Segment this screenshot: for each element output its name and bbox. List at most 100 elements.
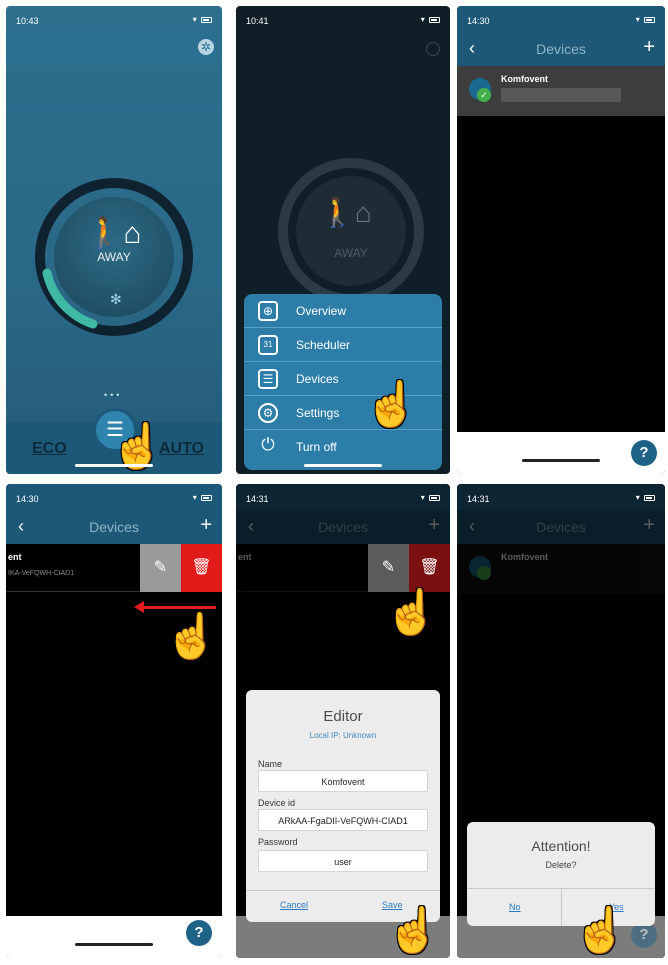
add-device-button: + [428,514,440,536]
fan-settings-icon [426,42,440,56]
cancel-button[interactable]: Cancel [280,900,308,910]
help-button[interactable]: ? [631,440,657,466]
menu-item-turn-off[interactable]: ⏻ Turn off [244,430,442,464]
connected-check-icon [477,566,491,580]
status-time: 14:30 [16,494,39,504]
device-row[interactable]: ✓ Komfovent [457,66,665,116]
delete-trash-icon[interactable]: 🗑 [181,544,222,592]
fan-speed-icon: ✻ [110,291,122,307]
status-time: 14:30 [467,16,490,26]
status-bar: 14:31 ▾ [236,484,450,510]
editor-dialog: Editor Local IP: Unknown Name Komfovent … [246,690,440,922]
swipe-left-arrow-icon [134,601,216,613]
device-id: IKA-VeFQWH-CIAD1 [8,570,75,577]
devices-list-icon: ☰ [258,369,278,389]
auto-button[interactable]: AUTO [159,440,204,458]
home-indicator [75,943,153,946]
delete-trash-icon: 🗑 [409,544,450,592]
status-icons: ▾ [421,493,440,502]
edit-device-screen: 14:31 ▾ ‹ Devices + ent ✎ 🗑 ☝ Editor Loc… [236,484,450,958]
status-time: 10:43 [16,16,39,26]
device-name: Komfovent [501,552,548,562]
menu-item-scheduler[interactable]: 31 Scheduler [244,328,442,362]
menu-open-screen: 10:41 ▾ 🚶⌂ AWAY ⊕ Overview 31 Scheduler … [236,6,450,474]
status-icons: ▾ [636,493,655,502]
fan-settings-icon[interactable]: ✲ [198,39,214,55]
menu-item-overview[interactable]: ⊕ Overview [244,294,442,328]
device-details [501,88,621,102]
nav-bar: ‹ Devices + [457,510,665,544]
connected-check-icon: ✓ [477,88,491,102]
edit-pencil-icon[interactable]: ✎ [368,544,409,592]
mode-label: AWAY [97,250,131,264]
page-title: Devices [318,519,368,535]
status-icons: ▾ [193,493,212,502]
menu-item-label: Settings [296,406,340,420]
power-icon: ⏻ [261,435,275,454]
status-time: 14:31 [467,494,490,504]
status-bar: 14:31 ▾ [457,484,665,510]
menu-item-label: Turn off [296,440,337,454]
local-ip-label: Local IP: Unknown [309,731,377,740]
eco-button[interactable]: ECO [32,440,67,458]
tap-hand-icon: ☝ [386,906,441,955]
nav-bar: ‹ Devices + [457,32,665,66]
home-indicator [522,459,600,462]
menu-item-label: Scheduler [296,338,351,352]
page-title: Devices [536,41,586,57]
device-id-field[interactable]: ARkAA-FgaDII-VeFQWH-CIAD1 [258,809,428,831]
calendar-icon: 31 [258,335,278,355]
status-icons: ▾ [421,15,440,24]
device-name: ent [238,552,252,562]
add-device-button[interactable]: + [200,514,212,537]
name-label: Name [258,759,283,769]
delete-confirm-screen: 14:31 ▾ ‹ Devices + Komfovent ? Attentio… [457,484,665,958]
status-bar: 10:41 ▾ [236,6,450,32]
page-indicator: ••• [104,390,123,400]
dialog-title: Attention! [531,838,591,854]
no-button[interactable]: No [509,902,521,912]
overview-icon: ⊕ [258,301,278,321]
status-icons: ▾ [193,15,212,24]
dialog-message: Delete? [545,860,577,870]
add-device-button[interactable]: + [643,36,655,59]
nav-bar: ‹ Devices + [6,510,222,544]
mode-center [296,176,406,286]
page-title: Devices [536,519,586,535]
away-house-icon: 🚶⌂ [320,197,372,228]
devices-swipe-screen: 14:30 ▾ ‹ Devices + ent IKA-VeFQWH-CIAD1… [6,484,222,958]
status-bar: 14:30 ▾ [6,484,222,510]
password-field[interactable]: user [258,850,428,872]
away-house-icon: 🚶⌂ [86,217,142,250]
menu-item-label: Devices [296,372,339,386]
mode-label: AWAY [334,246,368,260]
device-name: ent [8,552,22,562]
nav-bar: ‹ Devices + [236,510,450,544]
status-bar: 14:30 ▾ [457,6,665,32]
name-field[interactable]: Komfovent [258,770,428,792]
device-id-label: Device id [258,798,296,808]
home-screen-away: 10:43 ▾ ✲ 🚶⌂ AWAY ✻ ••• ECO AUTO ☰ ☝ [6,6,222,474]
dialog-title: Editor [323,708,363,725]
top-bar [6,32,222,62]
help-button[interactable]: ? [186,920,212,946]
tap-hand-icon: ☝ [384,588,439,637]
page-title: Devices [89,519,139,535]
dialog-button-divider [561,888,562,926]
swipe-hand-icon: ☝ [164,612,219,661]
menu-item-label: Overview [296,304,347,318]
edit-pencil-icon[interactable]: ✎ [140,544,181,592]
tap-hand-icon: ☝ [364,380,419,429]
device-name: Komfovent [501,74,548,84]
gear-icon: ⚙ [258,403,278,423]
tap-hand-icon: ☝ [573,906,628,955]
status-icons: ▾ [636,15,655,24]
status-bar: 10:43 ▾ [6,6,222,32]
password-label: Password [258,837,298,847]
add-device-button: + [643,514,655,536]
devices-screen: 14:30 ▾ ‹ Devices + ✓ Komfovent ? [457,6,665,474]
device-row: Komfovent [457,544,665,594]
status-time: 14:31 [246,494,269,504]
home-indicator [304,464,382,467]
status-time: 10:41 [246,16,269,26]
